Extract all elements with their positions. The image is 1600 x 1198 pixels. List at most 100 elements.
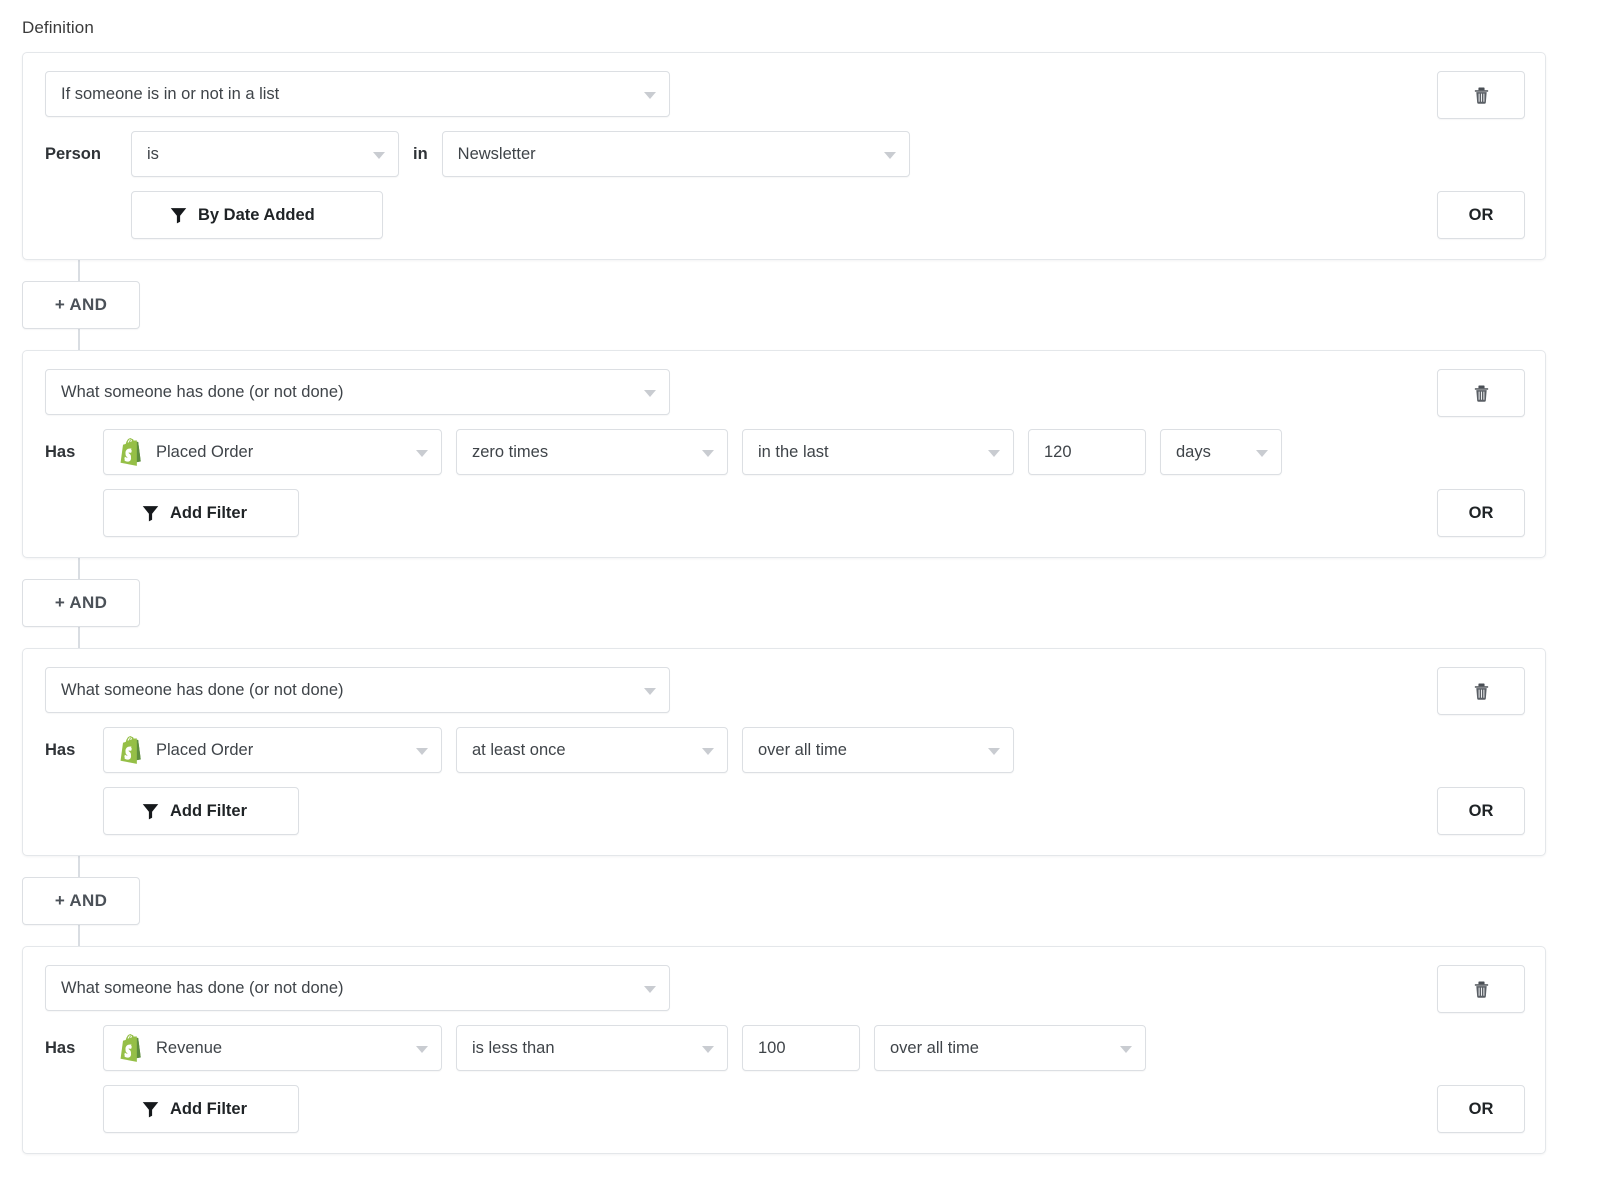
- timeframe-select-4[interactable]: over all time: [874, 1025, 1146, 1071]
- chevron-down-icon: [644, 986, 656, 993]
- chevron-down-icon: [1120, 1046, 1132, 1053]
- add-and-button-1[interactable]: + AND: [22, 281, 140, 329]
- or-slot-3: OR: [1437, 787, 1525, 835]
- timeframe-value-2: in the last: [758, 443, 829, 462]
- condition-type-value-1: If someone is in or not in a list: [61, 85, 279, 104]
- condition-type-row-4: What someone has done (or not done): [45, 965, 1523, 1011]
- filter-funnel-icon: [142, 505, 159, 522]
- chevron-down-icon: [416, 748, 428, 755]
- delete-slot-3: [1437, 667, 1525, 715]
- and-connector-3: + AND: [0, 856, 1600, 946]
- or-slot-1: OR: [1437, 191, 1525, 239]
- add-and-button-3[interactable]: + AND: [22, 877, 140, 925]
- frequency-select-2[interactable]: zero times: [456, 429, 728, 475]
- add-filter-label-4: Add Filter: [170, 1100, 247, 1119]
- condition-card-2: What someone has done (or not done) Has …: [22, 350, 1546, 558]
- chevron-down-icon: [702, 450, 714, 457]
- condition-type-value-3: What someone has done (or not done): [61, 681, 344, 700]
- condition-filter-row-4: Add Filter: [45, 1085, 1523, 1133]
- metric-value-4: Revenue: [156, 1039, 222, 1058]
- condition-type-row-2: What someone has done (or not done): [45, 369, 1523, 415]
- or-label-1: OR: [1469, 206, 1494, 225]
- in-label: in: [413, 145, 428, 164]
- has-label-4: Has: [45, 1039, 97, 1058]
- amount-input-2[interactable]: 120: [1028, 429, 1146, 475]
- by-date-added-button[interactable]: By Date Added: [131, 191, 383, 239]
- definition-builder: Definition If someone is in or not in a …: [0, 0, 1600, 1154]
- chevron-down-icon: [644, 390, 656, 397]
- condition-params-row-4: Has Revenue is less than 100 over all ti…: [45, 1025, 1523, 1071]
- person-operator-select[interactable]: is: [131, 131, 399, 177]
- chevron-down-icon: [884, 152, 896, 159]
- add-filter-label-2: Add Filter: [170, 504, 247, 523]
- chevron-down-icon: [416, 450, 428, 457]
- timeframe-select-3[interactable]: over all time: [742, 727, 1014, 773]
- or-button-2[interactable]: OR: [1437, 489, 1525, 537]
- condition-type-select-3[interactable]: What someone has done (or not done): [45, 667, 670, 713]
- timeframe-value-3: over all time: [758, 741, 847, 760]
- amount-value-4: 100: [758, 1039, 786, 1058]
- condition-card-3: What someone has done (or not done) Has …: [22, 648, 1546, 856]
- or-button-3[interactable]: OR: [1437, 787, 1525, 835]
- delete-condition-button-2[interactable]: [1437, 369, 1525, 417]
- or-slot-2: OR: [1437, 489, 1525, 537]
- or-label-3: OR: [1469, 802, 1494, 821]
- add-filter-button-3[interactable]: Add Filter: [103, 787, 299, 835]
- unit-value-2: days: [1176, 443, 1211, 462]
- frequency-select-4[interactable]: is less than: [456, 1025, 728, 1071]
- condition-params-row-1: Person is in Newsletter: [45, 131, 1523, 177]
- page-title: Definition: [22, 18, 1600, 38]
- amount-value-2: 120: [1044, 443, 1072, 462]
- condition-card-4: What someone has done (or not done) Has …: [22, 946, 1546, 1154]
- chevron-down-icon: [988, 748, 1000, 755]
- condition-card-1: If someone is in or not in a list Person…: [22, 52, 1546, 260]
- shopify-bag-icon: [119, 438, 145, 466]
- metric-select-4[interactable]: Revenue: [103, 1025, 442, 1071]
- metric-select-2[interactable]: Placed Order: [103, 429, 442, 475]
- condition-filter-row-1: By Date Added: [45, 191, 1523, 239]
- person-operator-value: is: [147, 145, 159, 164]
- shopify-bag-icon: [119, 1034, 145, 1062]
- amount-input-4[interactable]: 100: [742, 1025, 860, 1071]
- chevron-down-icon: [644, 688, 656, 695]
- condition-type-value-2: What someone has done (or not done): [61, 383, 344, 402]
- unit-select-2[interactable]: days: [1160, 429, 1282, 475]
- condition-type-select-4[interactable]: What someone has done (or not done): [45, 965, 670, 1011]
- chevron-down-icon: [988, 450, 1000, 457]
- condition-type-select-1[interactable]: If someone is in or not in a list: [45, 71, 670, 117]
- by-date-added-label: By Date Added: [198, 206, 315, 225]
- or-button-1[interactable]: OR: [1437, 191, 1525, 239]
- delete-condition-button-1[interactable]: [1437, 71, 1525, 119]
- or-button-4[interactable]: OR: [1437, 1085, 1525, 1133]
- filter-funnel-icon: [142, 803, 159, 820]
- chevron-down-icon: [702, 1046, 714, 1053]
- or-label-4: OR: [1469, 1100, 1494, 1119]
- trash-icon: [1473, 681, 1490, 701]
- filter-funnel-icon: [142, 1101, 159, 1118]
- condition-params-row-2: Has Placed Order zero times in the last …: [45, 429, 1523, 475]
- timeframe-select-2[interactable]: in the last: [742, 429, 1014, 475]
- delete-slot-4: [1437, 965, 1525, 1013]
- person-label: Person: [45, 145, 127, 164]
- or-slot-4: OR: [1437, 1085, 1525, 1133]
- metric-value-2: Placed Order: [156, 443, 253, 462]
- condition-filter-row-2: Add Filter: [45, 489, 1523, 537]
- add-filter-button-2[interactable]: Add Filter: [103, 489, 299, 537]
- add-and-button-2[interactable]: + AND: [22, 579, 140, 627]
- delete-slot-1: [1437, 71, 1525, 119]
- frequency-select-3[interactable]: at least once: [456, 727, 728, 773]
- shopify-bag-icon: [119, 736, 145, 764]
- add-filter-button-4[interactable]: Add Filter: [103, 1085, 299, 1133]
- frequency-value-3: at least once: [472, 741, 566, 760]
- chevron-down-icon: [644, 92, 656, 99]
- metric-select-3[interactable]: Placed Order: [103, 727, 442, 773]
- delete-condition-button-3[interactable]: [1437, 667, 1525, 715]
- add-filter-label-3: Add Filter: [170, 802, 247, 821]
- frequency-value-2: zero times: [472, 443, 548, 462]
- list-select[interactable]: Newsletter: [442, 131, 910, 177]
- metric-value-3: Placed Order: [156, 741, 253, 760]
- delete-slot-2: [1437, 369, 1525, 417]
- filter-funnel-icon: [170, 207, 187, 224]
- delete-condition-button-4[interactable]: [1437, 965, 1525, 1013]
- condition-type-select-2[interactable]: What someone has done (or not done): [45, 369, 670, 415]
